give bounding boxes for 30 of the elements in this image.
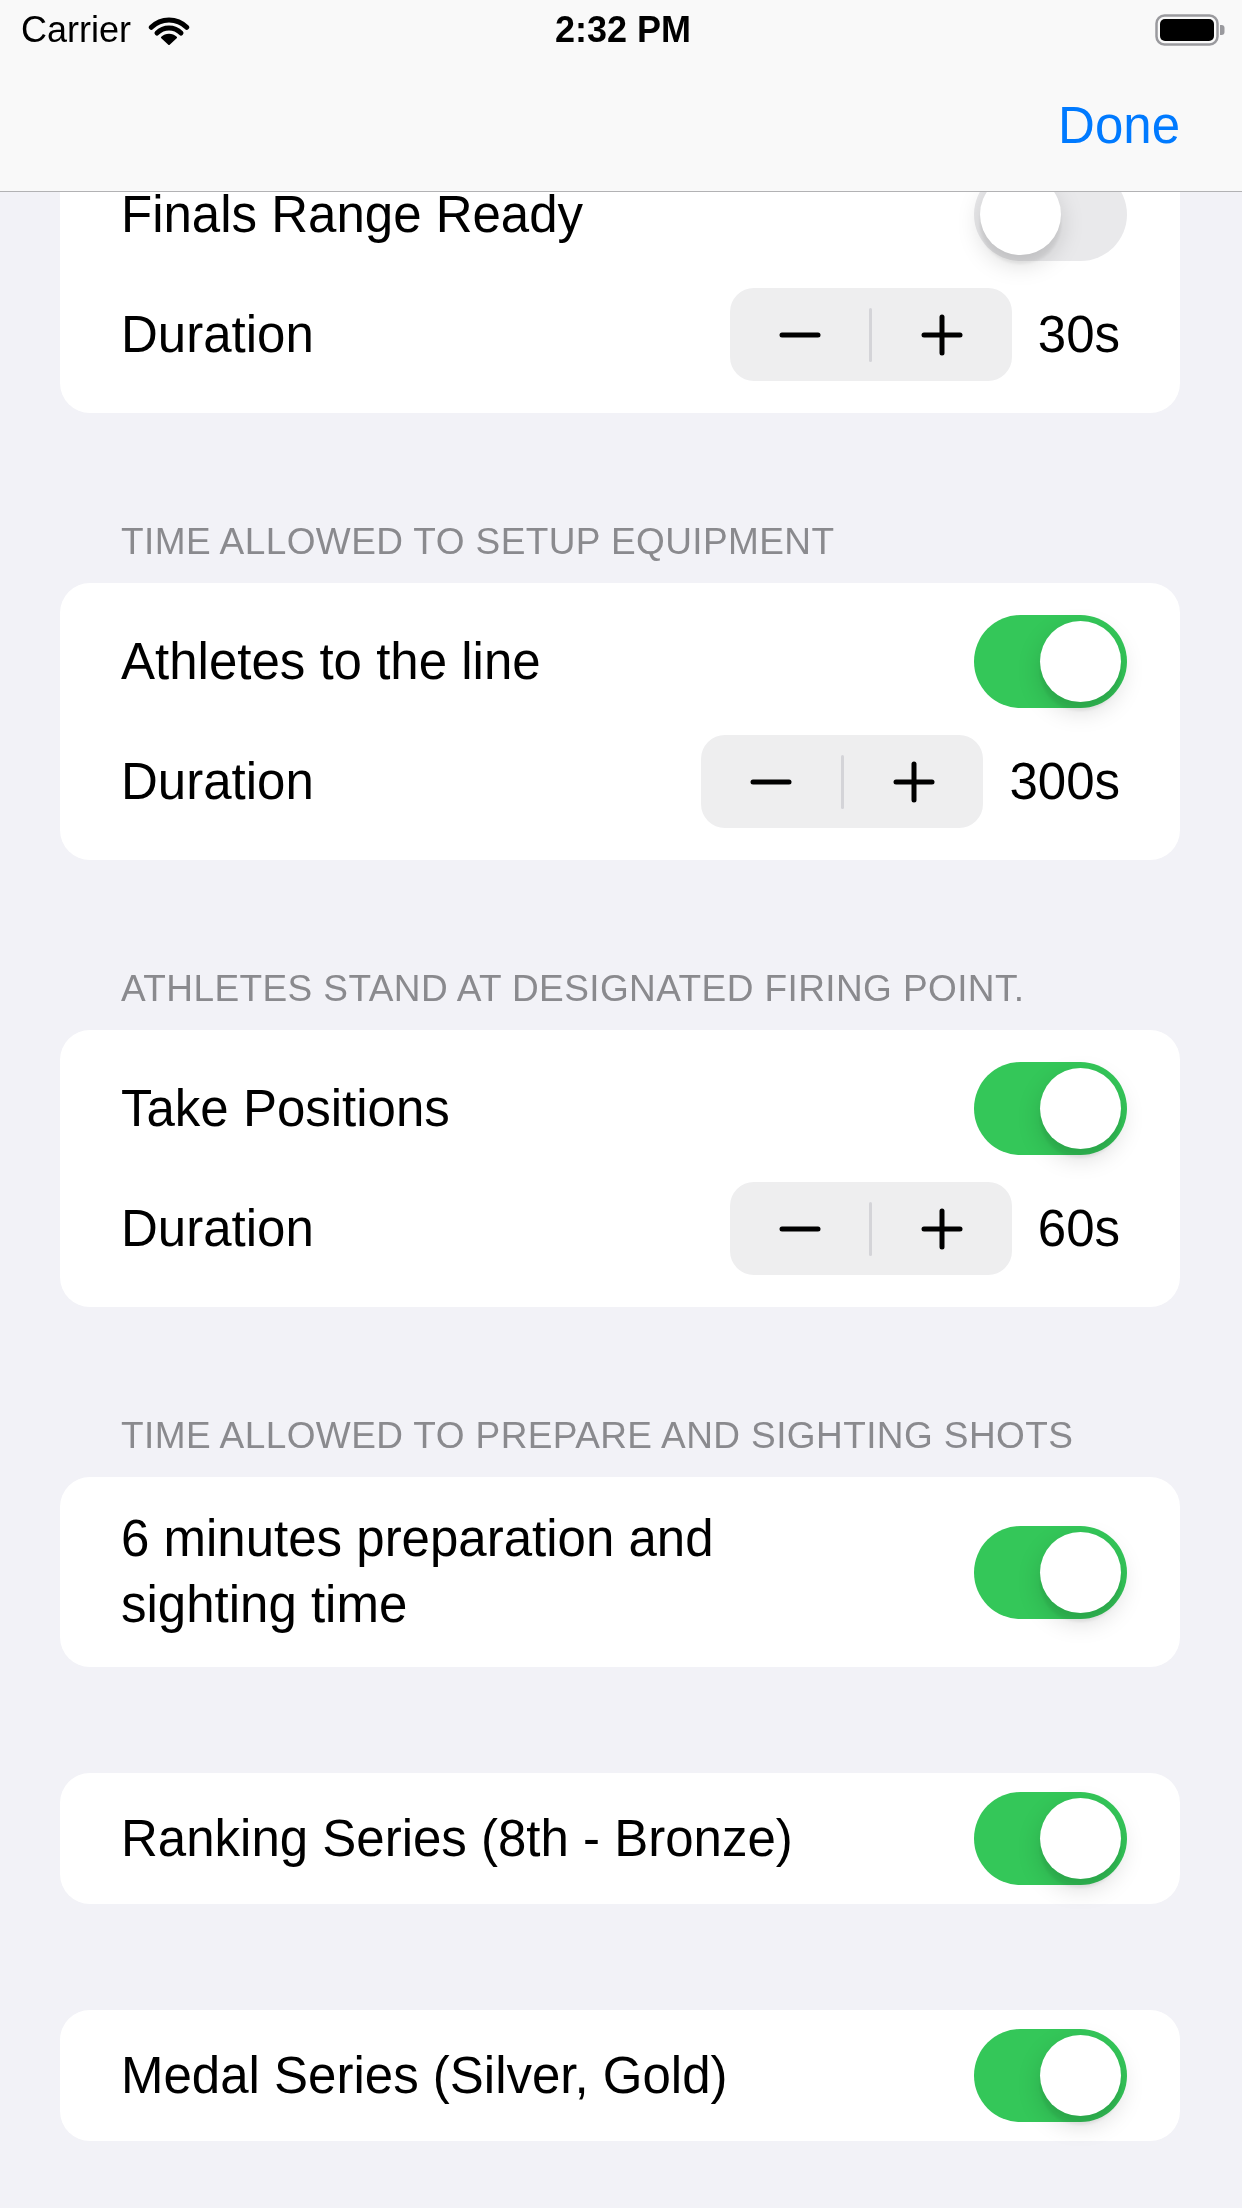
- duration-label: Duration: [121, 1198, 314, 1259]
- stepper[interactable]: [701, 735, 984, 828]
- setting-label: Medal Series (Silver, Gold): [121, 2045, 728, 2106]
- battery-icon: [1155, 14, 1225, 46]
- section-header: TIME ALLOWED TO SETUP EQUIPMENT: [121, 520, 835, 564]
- duration-label: Duration: [121, 751, 314, 812]
- section-header: TIME ALLOWED TO PREPARE AND SIGHTING SHOTS: [121, 1414, 1074, 1458]
- setting-label: Finals Range Ready: [121, 192, 584, 245]
- minus-icon[interactable]: [778, 331, 821, 338]
- setting-label: Take Positions: [121, 1078, 450, 1139]
- toggle-switch[interactable]: [974, 192, 1127, 261]
- setting-label: Ranking Series (8th - Bronze): [121, 1808, 793, 1869]
- setting-label: Athletes to the line: [121, 631, 541, 692]
- minus-icon[interactable]: [778, 1225, 821, 1232]
- wifi-icon: [148, 15, 190, 45]
- duration-value: 60s: [1037, 1198, 1120, 1259]
- done-button[interactable]: Done: [1058, 95, 1180, 156]
- setting-label: 6 minutes preparation and sighting time: [121, 1509, 715, 1635]
- section-header: ATHLETES STAND AT DESIGNATED FIRING POINT.: [121, 967, 1025, 1011]
- duration-value: 300s: [1009, 751, 1120, 812]
- stepper[interactable]: [729, 288, 1012, 381]
- minus-icon[interactable]: [750, 778, 793, 785]
- duration-label: Duration: [121, 304, 314, 365]
- carrier-name: Carrier: [21, 9, 131, 51]
- plus-icon[interactable]: [921, 1207, 963, 1250]
- plus-icon[interactable]: [892, 760, 935, 803]
- stepper[interactable]: [729, 1182, 1012, 1275]
- duration-value: 30s: [1037, 304, 1120, 365]
- plus-icon[interactable]: [921, 313, 963, 356]
- status-time: 2:32 PM: [554, 9, 692, 51]
